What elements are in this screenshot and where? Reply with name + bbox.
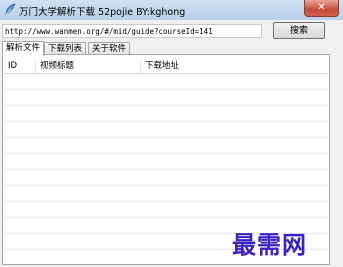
- close-button[interactable]: ✕: [304, 0, 339, 17]
- watermark: 最需网: [232, 230, 307, 259]
- column-header-title[interactable]: 视频标题: [36, 60, 141, 73]
- tab-parse-file[interactable]: 解析文件: [2, 41, 45, 56]
- column-header-id[interactable]: ID: [4, 60, 36, 73]
- app-window: 万门大学解析下载 52pojie BY:kghong ✕ http://www.…: [0, 0, 343, 267]
- title-bar[interactable]: 万门大学解析下载 52pojie BY:kghong ✕: [0, 0, 343, 20]
- app-feather-icon: [5, 3, 16, 16]
- column-header-download-url[interactable]: 下载地址: [141, 60, 328, 73]
- close-icon: ✕: [317, 2, 326, 13]
- search-button[interactable]: 搜索: [273, 22, 325, 39]
- window-title: 万门大学解析下载 52pojie BY:kghong: [19, 7, 186, 18]
- url-input[interactable]: http://www.wanmen.org/#/mid/guide?course…: [2, 24, 262, 38]
- list-header: ID 视频标题 下载地址: [4, 60, 328, 74]
